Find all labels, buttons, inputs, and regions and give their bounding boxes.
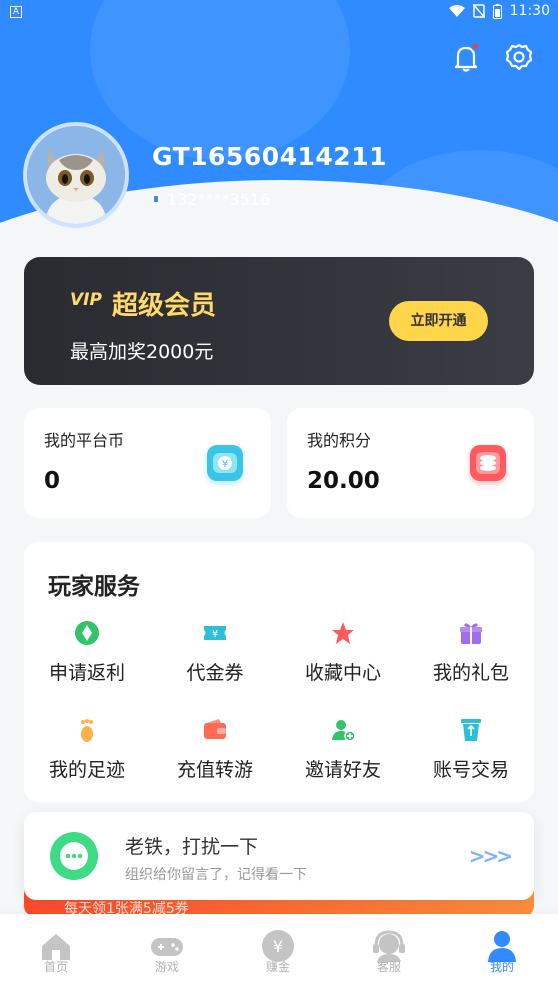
vip-badge: VIP [70, 290, 102, 310]
recycle-icon [461, 719, 481, 741]
service-label: 充值转游 [176, 759, 253, 781]
tab-customer-service[interactable]: 客服 [339, 928, 439, 975]
points-label: 我的积分 [307, 431, 372, 450]
service-account-trade[interactable]: 账号交易 [411, 717, 531, 782]
service-label: 我的礼包 [432, 662, 509, 684]
no-sim-icon [472, 4, 485, 18]
phone-number: 132****3516 [167, 190, 271, 209]
service-label: 代金券 [186, 662, 244, 684]
svg-text:¥: ¥ [212, 629, 218, 640]
service-label: 申请返利 [48, 662, 125, 684]
tab-label: 客服 [376, 960, 401, 974]
tab-label: 我的 [489, 960, 514, 974]
tab-label: 赚金 [265, 960, 290, 974]
ticket-icon: ¥ [204, 626, 226, 640]
services-title: 玩家服务 [48, 574, 140, 600]
service-label: 收藏中心 [304, 662, 381, 684]
service-my-gifts[interactable]: 我的礼包 [411, 620, 531, 685]
chat-icon [50, 832, 98, 880]
points-value: 20.00 [307, 468, 380, 494]
notification-bell-button[interactable] [450, 42, 482, 74]
header-decoration [90, 0, 350, 160]
status-indicator: A [10, 6, 22, 18]
service-label: 账号交易 [432, 759, 509, 781]
platform-coin-value: 0 [44, 468, 61, 494]
tab-home[interactable]: 首页 [6, 928, 106, 975]
add-user-icon [332, 720, 356, 742]
unread-dot [471, 42, 480, 51]
tab-games[interactable]: 游戏 [117, 928, 217, 975]
service-favorites[interactable]: 收藏中心 [283, 620, 403, 685]
points-card[interactable]: 我的积分 20.00 [287, 408, 534, 518]
wifi-icon [448, 4, 465, 17]
diamond-icon [75, 621, 99, 645]
status-bar: A 11:30 [0, 0, 558, 24]
phone-icon [152, 194, 160, 205]
tab-label: 游戏 [154, 960, 179, 974]
service-recharge-transfer[interactable]: 充值转游 [155, 717, 275, 782]
svg-text:¥: ¥ [222, 459, 228, 470]
bottom-tab-bar: 首页 游戏 ¥ 赚金 客服 我的 [0, 914, 558, 992]
service-label: 我的足迹 [48, 759, 125, 781]
gear-icon [505, 43, 533, 71]
tab-earn[interactable]: ¥ 赚金 [228, 928, 328, 975]
platform-coin-card[interactable]: 我的平台币 0 ¥ [24, 408, 271, 518]
tab-mine[interactable]: 我的 [452, 928, 552, 975]
vip-open-button[interactable]: 立即开通 [389, 301, 488, 341]
database-icon [470, 445, 506, 481]
service-invite-friends[interactable]: 邀请好友 [283, 717, 403, 782]
platform-coin-label: 我的平台币 [44, 431, 125, 450]
service-apply-rebate[interactable]: 申请返利 [27, 620, 147, 685]
footprint-icon [81, 719, 93, 742]
username: GT16560414211 [152, 142, 387, 171]
service-label: 邀请好友 [304, 759, 381, 781]
cat-avatar-icon [27, 126, 125, 224]
vip-title: 超级会员 [112, 291, 217, 321]
phone-row: 132****3516 [152, 190, 270, 209]
service-voucher[interactable]: ¥ 代金券 [155, 620, 275, 685]
battery-icon [492, 3, 502, 19]
message-notification[interactable]: 老铁，打扰一下 组织给你留言了，记得看一下 >>> [24, 812, 534, 900]
vip-subtitle: 最高加奖2000元 [70, 341, 214, 363]
vip-banner[interactable]: VIP 超级会员 最高加奖2000元 立即开通 [24, 257, 534, 385]
tab-label: 首页 [43, 960, 68, 974]
star-icon [332, 622, 354, 644]
service-footprint[interactable]: 我的足迹 [27, 717, 147, 782]
svg-text:¥: ¥ [273, 937, 283, 956]
notification-subtitle: 组织给你留言了，记得看一下 [125, 867, 307, 883]
gift-icon [460, 623, 482, 644]
clock: 11:30 [509, 3, 550, 19]
coin-icon: ¥ [207, 445, 243, 481]
player-services-panel: 玩家服务 申请返利 ¥ 代金券 收藏中心 我的礼包 我的足迹 充值转游 邀请好友 [24, 542, 534, 802]
avatar[interactable] [23, 122, 129, 228]
settings-button[interactable] [504, 42, 534, 76]
notification-title: 老铁，打扰一下 [125, 836, 259, 858]
wallet-icon [204, 719, 226, 739]
chevron-right-icon[interactable]: >>> [469, 844, 513, 868]
